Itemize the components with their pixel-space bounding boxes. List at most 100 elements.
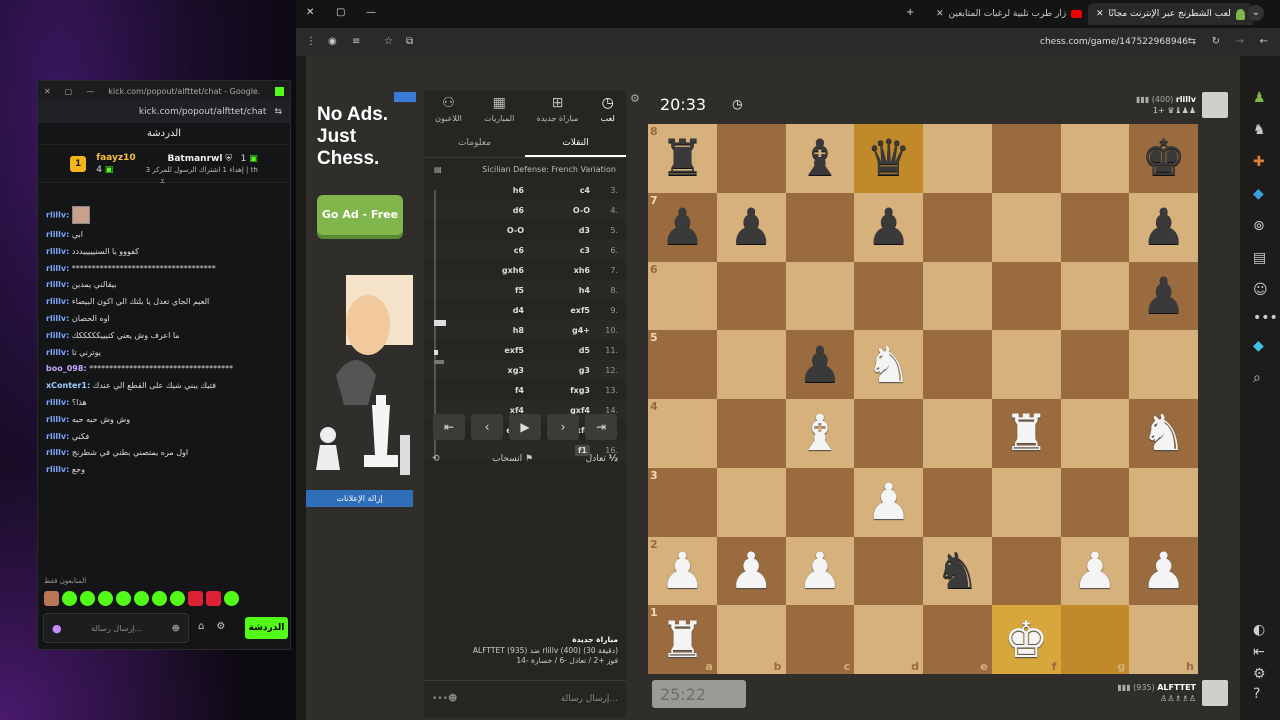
black-move[interactable]: xg3 [468,366,532,375]
black-rook-icon[interactable]: ♜ [660,133,705,183]
settings-icon[interactable]: ⚙ [1253,666,1266,682]
chat-username[interactable]: rlillv: [46,230,69,239]
news-icon[interactable]: ▤ [1253,250,1266,266]
white-pawn-icon[interactable]: ♟ [797,546,842,596]
first-move-button[interactable]: ⇤ [433,414,465,440]
square-h7[interactable]: ♟ [1129,192,1198,262]
white-move[interactable]: h4 [532,286,596,295]
avatar[interactable] [1202,680,1228,706]
black-move[interactable]: f4 [468,386,532,395]
square-h3[interactable] [1129,467,1198,537]
flip-board-icon[interactable]: ⟲ [432,454,440,464]
square-d4[interactable] [854,399,923,468]
reading-list-icon[interactable]: ≡ [352,36,360,47]
square-d5[interactable]: ♞ [854,330,923,399]
game-chat-input[interactable]: ••• ☻ إرسال رسالة... [424,680,626,716]
white-rook-icon[interactable]: ♜ [660,615,705,665]
square-f6[interactable] [991,261,1061,331]
cube-icon[interactable]: ◆ [1253,186,1264,202]
remove-ads-link[interactable]: إزالة الإعلانات [306,490,413,507]
white-pawn-icon[interactable]: ♟ [729,546,774,596]
player-name[interactable]: ALFTTET [1157,683,1196,692]
player-name[interactable]: rlillv [1176,95,1196,104]
tab-players[interactable]: ⚇ اللاعبون [435,95,462,123]
emoji-icon[interactable]: ☻ [448,694,457,704]
chat-username[interactable]: boo_098: [46,364,87,373]
square-d6[interactable] [854,261,923,331]
chat-username[interactable]: rlillv: [46,211,69,220]
white-move[interactable]: g3 [532,366,596,375]
square-a2[interactable]: 2 ♟ [648,536,717,606]
profile-icon[interactable]: ◉ [328,36,337,47]
forward-icon[interactable]: → [1236,36,1244,47]
white-pawn-icon[interactable]: ♟ [1141,546,1186,596]
square-b8[interactable] [716,124,786,193]
minimize-window-icon[interactable]: — [366,7,376,18]
emote[interactable] [206,591,221,606]
square-g1[interactable]: g [1060,605,1130,674]
chat-username[interactable]: rlillv: [46,314,69,323]
square-h2[interactable]: ♟ [1129,536,1198,606]
square-b7[interactable]: ♟ [716,192,786,262]
square-b6[interactable] [716,261,786,331]
site-info-icon[interactable]: ⇆ [1188,36,1196,47]
black-pawn-icon[interactable]: ♟ [1141,271,1186,321]
black-pawn-icon[interactable]: ♟ [660,202,705,252]
emote[interactable] [152,591,167,606]
square-b2[interactable]: ♟ [716,536,786,606]
chat-input[interactable]: ● إرسال رسالة... ☻ [43,613,189,643]
emote[interactable] [80,591,95,606]
avatar[interactable] [1202,92,1228,118]
emote[interactable] [116,591,131,606]
chess-pawn-icon[interactable]: ♟ [1253,90,1266,106]
black-move[interactable]: gxh6 [468,266,532,275]
chat-username[interactable]: rlillv: [46,415,69,424]
close-icon[interactable]: ✕ [44,87,51,96]
diamond-icon[interactable]: ◆ [1253,338,1264,354]
black-move[interactable]: c6 [468,246,532,255]
square-d2[interactable] [854,536,923,606]
more-icon[interactable]: ••• [1253,310,1278,326]
square-c6[interactable] [785,261,855,331]
theme-icon[interactable]: ◐ [1253,622,1265,638]
close-tab-icon[interactable]: ✕ [1096,9,1104,19]
bookmark-star-icon[interactable]: ☆ [384,36,393,47]
square-h8[interactable]: ♚ [1129,124,1198,193]
draw-button[interactable]: تعادل ½ [586,454,618,464]
black-pawn-icon[interactable]: ♟ [866,202,911,252]
close-window-icon[interactable]: ✕ [306,7,314,18]
square-d8[interactable]: ♛ [854,124,923,193]
white-king-icon[interactable]: ♚ [1004,615,1049,665]
square-e3[interactable] [923,467,992,537]
white-knight-icon[interactable]: ♞ [1141,408,1186,458]
white-move[interactable]: d3 [532,226,596,235]
square-d3[interactable]: ♟ [854,467,923,537]
chat-username[interactable]: rlillv: [46,297,69,306]
white-pawn-icon[interactable]: ♟ [660,546,705,596]
back-icon[interactable]: ← [1260,36,1268,47]
square-a1[interactable]: 1 a ♜ [648,605,717,674]
chat-username[interactable]: rlillv: [46,280,69,289]
square-a5[interactable]: 5 [648,330,717,399]
learn-icon[interactable]: ✚ [1253,154,1265,170]
emote[interactable] [134,591,149,606]
black-move[interactable]: d6 [468,206,532,215]
tab-moves[interactable]: النقلات [525,128,626,157]
tab-new-game[interactable]: ⊞ مباراة جديدة [537,95,579,123]
square-g5[interactable] [1060,330,1130,399]
square-a8[interactable]: 8 ♜ [648,124,717,193]
black-move[interactable]: O-O [468,226,532,235]
square-f2[interactable] [991,536,1061,606]
square-h5[interactable] [1129,330,1198,399]
more-icon[interactable]: ••• [432,694,448,704]
chat-username[interactable]: rlillv: [46,331,69,340]
maximize-icon[interactable]: ▢ [65,87,73,96]
black-pawn-icon[interactable]: ♟ [729,202,774,252]
tab-youtube[interactable]: ✕ زار طرب تلبية لرغبات المتابعين [928,3,1090,25]
chat-username[interactable]: rlillv: [46,432,69,441]
square-f7[interactable] [991,192,1061,262]
last-move-button[interactable]: ⇥ [585,414,617,440]
square-b3[interactable] [716,467,786,537]
black-move[interactable]: exf5 [468,346,532,355]
tab-search-icon[interactable]: ⌄ [1248,5,1264,21]
